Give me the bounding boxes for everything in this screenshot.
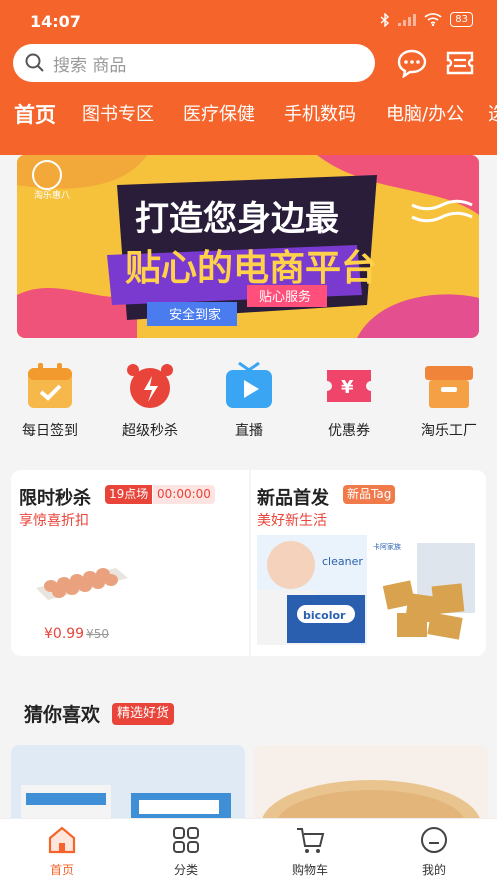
tab-home[interactable]: 首页 <box>14 100 56 130</box>
profile-icon <box>421 827 447 853</box>
status-bar: 14:07 83 <box>0 0 497 42</box>
tab-health[interactable]: 医疗保健 <box>183 100 255 130</box>
category-coupon[interactable]: ¥ 优惠券 <box>304 360 394 440</box>
tv-play-icon <box>226 361 272 408</box>
signal-icon <box>398 13 417 26</box>
guess-badge: 精选好货 <box>112 703 175 725</box>
bluetooth-icon <box>380 12 390 27</box>
new-arrival-subtitle: 美好新生活 <box>257 513 327 529</box>
egg-tray-image <box>36 568 128 600</box>
search-placeholder: 搜索 商品 <box>53 55 127 76</box>
brand-label-bicolor: bicolor <box>303 609 346 622</box>
category-label: 淘乐工厂 <box>421 423 477 439</box>
status-icons: 83 <box>380 12 473 27</box>
category-label: 每日签到 <box>22 423 78 439</box>
banner-art: 淘乐惠八 打造您身边最 贴心的电商平台 安全到家 贴心服务 <box>17 155 479 338</box>
nav-home[interactable]: 首页 <box>22 825 102 878</box>
scan-ticket-icon[interactable] <box>444 48 476 78</box>
banner-headline-1: 打造您身边最 <box>135 199 339 239</box>
bottom-navigation: 首页 分类 购物车 我的 <box>0 818 497 883</box>
banner-tag-2: 贴心服务 <box>259 289 311 305</box>
product-image-biscuit <box>254 745 488 825</box>
nav-label: 首页 <box>49 863 74 877</box>
search-bar[interactable]: 搜索 商品 <box>13 44 375 82</box>
product-image-milk <box>21 785 231 825</box>
nav-profile[interactable]: 我的 <box>394 825 474 878</box>
category-daily-checkin[interactable]: 每日签到 <box>5 360 95 440</box>
coupon-icon: ¥ <box>327 370 371 402</box>
nav-label: 分类 <box>173 863 198 877</box>
category-tabs: 首页 图书专区 医疗保健 手机数码 电脑/办公 选 <box>0 100 497 134</box>
wifi-icon <box>424 13 442 26</box>
box-icon <box>425 366 473 408</box>
home-icon <box>48 826 76 854</box>
brand-label-cleaner: cleaner <box>322 555 363 568</box>
cart-icon <box>297 828 325 853</box>
flash-sale-title: 限时秒杀 <box>19 488 91 509</box>
category-factory[interactable]: 淘乐工厂 <box>404 360 494 440</box>
flash-sale-card[interactable]: 限时秒杀 19点场 00:00:00 享惊喜折扣 ¥0.99 ¥50 <box>11 470 249 656</box>
banner-logo-text: 淘乐惠八 <box>34 189 70 201</box>
banner-tag-1: 安全到家 <box>169 307 221 323</box>
svg-text:¥: ¥ <box>341 377 354 398</box>
alarm-clock-icon <box>127 364 173 408</box>
calendar-check-icon <box>28 363 72 408</box>
flash-countdown: 00:00:00 <box>153 485 215 504</box>
category-grid-icon <box>173 827 199 853</box>
flash-price: ¥0.99 ¥50 <box>44 626 109 642</box>
banner-headline-2: 贴心的电商平台 <box>125 248 377 289</box>
original-price: ¥50 <box>86 627 109 641</box>
flash-session-badge: 19点场 <box>105 485 153 504</box>
new-arrival-tag: 新品Tag <box>343 485 396 504</box>
brand-label-snack: 卡阿家族 <box>373 542 401 551</box>
message-icon[interactable] <box>396 48 428 78</box>
category-flash-sale[interactable]: 超级秒杀 <box>105 360 195 440</box>
tab-books[interactable]: 图书专区 <box>82 100 154 130</box>
tab-more[interactable]: 选 <box>488 100 497 130</box>
battery-indicator: 83 <box>450 12 473 27</box>
current-price: ¥0.99 <box>44 626 85 642</box>
product-card-milk[interactable] <box>11 745 245 825</box>
nav-label: 我的 <box>421 863 446 877</box>
flash-subtitle: 享惊喜折扣 <box>19 513 89 529</box>
header: 14:07 83 搜索 商品 首页 图书专区 医疗保健 手机数码 电脑/办公 选 <box>0 0 497 155</box>
nav-label: 购物车 <box>291 863 328 877</box>
new-arrival-images: bicolor cleaner 卡阿家族 <box>257 535 479 645</box>
category-label: 优惠券 <box>328 423 370 439</box>
nav-category[interactable]: 分类 <box>146 825 226 878</box>
tab-computers[interactable]: 电脑/办公 <box>386 100 464 130</box>
tab-phones[interactable]: 手机数码 <box>284 100 356 130</box>
promo-banner[interactable]: 淘乐惠八 打造您身边最 贴心的电商平台 安全到家 贴心服务 <box>17 155 479 338</box>
status-time: 14:07 <box>30 12 81 31</box>
new-arrival-title: 新品首发 <box>257 488 329 509</box>
nav-cart[interactable]: 购物车 <box>270 825 350 878</box>
guess-you-like-title: 猜你喜欢 <box>24 704 101 726</box>
product-card-biscuit[interactable] <box>254 745 488 825</box>
search-icon <box>25 53 44 72</box>
category-label: 直播 <box>235 423 263 439</box>
category-live[interactable]: 直播 <box>204 360 294 440</box>
category-label: 超级秒杀 <box>122 423 178 439</box>
new-arrival-card[interactable]: 新品首发 新品Tag 美好新生活 bicolor cleaner 卡阿家族 <box>251 470 486 656</box>
